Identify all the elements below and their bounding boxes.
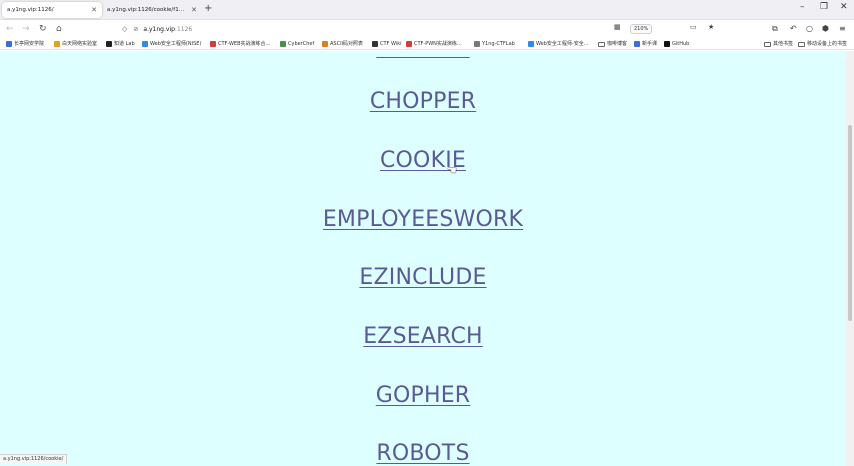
bookmark-favicon-icon xyxy=(406,41,412,47)
close-tab-icon[interactable]: ✕ xyxy=(91,6,97,14)
qr-code-icon[interactable]: ▦ xyxy=(614,23,621,31)
url-port: :1126 xyxy=(174,25,193,33)
navigation-bar: ← → ↻ ⌂ ◇ ⊘ a.y1ng.vip:1126 ▦ 210% ▭ ★ ⧉… xyxy=(0,20,854,38)
link-status-bar: a.y1ng.vip:1126/cookie/ xyxy=(0,454,68,464)
home-icon[interactable]: ⌂ xyxy=(56,23,62,35)
mobile-bookmarks-folder[interactable]: 移动设备上的书签 xyxy=(798,39,847,49)
bookmark-favicon-icon xyxy=(280,41,286,47)
bookmark-item[interactable]: Y1ng-CTFLab xyxy=(474,39,515,49)
folder-icon xyxy=(764,41,771,47)
bookmark-item[interactable]: 新手课 xyxy=(634,39,657,49)
window-close-icon[interactable]: ✕ xyxy=(840,2,848,12)
robots-link[interactable]: ROBOTS xyxy=(376,441,469,466)
bookmark-item[interactable]: Web安全工程师(NISE) xyxy=(142,39,201,49)
new-tab-plus-icon[interactable]: + xyxy=(204,3,212,14)
bookmark-label: CTF-WEB实战演练合… xyxy=(218,41,271,47)
link-item: COOKIE xyxy=(0,148,846,174)
site-info-icon[interactable]: ⊘ xyxy=(133,26,138,33)
maximize-icon[interactable]: ❐ xyxy=(820,2,828,12)
tracking-shield-icon[interactable]: ◇ xyxy=(122,25,127,33)
bookmark-label: CTF Wiki xyxy=(380,41,402,47)
bookmark-label: Y1ng-CTFLab xyxy=(482,41,515,47)
addon-icon[interactable]: ⬢ xyxy=(822,23,829,35)
bookmark-favicon-icon xyxy=(372,41,378,47)
bookmark-label: 咖啡博客 xyxy=(607,41,628,47)
ezsearch-link[interactable]: EZSEARCH xyxy=(363,324,483,349)
link-item: ROBOTS xyxy=(0,441,846,466)
bookmark-item[interactable]: ASCII码对照表 xyxy=(322,39,363,49)
link-item: EZSEARCH xyxy=(0,324,846,350)
page-scrollbar[interactable] xyxy=(846,51,854,466)
challenge-link-partial[interactable]: ​ xyxy=(376,51,469,60)
tab-label: a.y1ng.vip:1126/cookie/f14g.txt xyxy=(107,7,188,13)
bookmark-item[interactable]: CTF-WEB实战演练合… xyxy=(210,39,271,49)
other-bookmarks-folder[interactable]: 其他书签 xyxy=(764,39,793,49)
link-partial-offscreen[interactable]: ​ xyxy=(0,51,846,61)
folder-icon xyxy=(598,41,605,47)
reload-icon[interactable]: ↻ xyxy=(39,23,47,35)
tab-label: a.y1ng.vip:1126/ xyxy=(7,7,54,13)
page-content: ​ CHOPPER COOKIE EMPLOYEESWORK EZINCLUDE… xyxy=(0,51,846,466)
bookmark-label: Web安全工程师(NISE) xyxy=(150,41,202,47)
tab-strip: a.y1ng.vip:1126/ ✕ a.y1ng.vip:1126/cooki… xyxy=(0,0,854,20)
bookmark-item[interactable]: GitHub xyxy=(664,39,689,49)
ezinclude-link[interactable]: EZINCLUDE xyxy=(359,265,486,290)
bookmark-item[interactable]: 知道 Lab xyxy=(106,39,135,49)
extensions-icon[interactable]: ⧉ xyxy=(772,23,778,35)
bookmark-label: 白天网络实验室 xyxy=(62,41,98,47)
link-item: GOPHER xyxy=(0,383,846,409)
gopher-link[interactable]: GOPHER xyxy=(376,383,471,408)
link-item: EMPLOYEESWORK xyxy=(0,207,846,233)
folder-icon xyxy=(798,41,805,47)
bookmarks-bar: 长亭网安学院 白天网络实验室 知道 Lab Web安全工程师(NISE) CTF… xyxy=(0,38,854,50)
bookmark-favicon-icon xyxy=(6,41,12,47)
bookmark-label: 新手课 xyxy=(642,41,658,47)
link-item: EZINCLUDE xyxy=(0,265,846,291)
close-tab-icon[interactable]: ✕ xyxy=(191,6,197,14)
bookmark-label: 知道 Lab xyxy=(114,41,135,47)
url-host: a.y1ng.vip xyxy=(143,25,175,33)
bookmark-label: CTF-PWN实战演练… xyxy=(414,41,462,47)
bookmark-label: 其他书签 xyxy=(773,41,794,47)
account-icon[interactable]: ○ xyxy=(806,23,813,35)
zoom-level-indicator[interactable]: 210% xyxy=(630,24,653,34)
tab-home[interactable]: a.y1ng.vip:1126/ ✕ xyxy=(2,2,102,18)
back-arrow-icon[interactable]: ← xyxy=(6,23,14,35)
bookmark-item[interactable]: CyberChef xyxy=(280,39,314,49)
bookmark-label: Web安全工程师-安全… xyxy=(536,41,589,47)
bookmark-favicon-icon xyxy=(54,41,60,47)
bookmark-favicon-icon xyxy=(106,41,112,47)
bookmark-label: GitHub xyxy=(672,41,690,47)
bookmark-favicon-icon xyxy=(142,41,148,47)
forward-arrow-icon[interactable]: → xyxy=(22,23,30,35)
url-text[interactable]: a.y1ng.vip:1126 xyxy=(143,26,192,33)
github-icon xyxy=(664,41,670,47)
employeeswork-link[interactable]: EMPLOYEESWORK xyxy=(323,207,523,232)
bookmark-favicon-icon xyxy=(474,41,480,47)
minimize-icon[interactable]: – xyxy=(800,2,805,12)
bookmark-item[interactable]: CTF Wiki xyxy=(372,39,402,49)
undo-close-icon[interactable]: ↶ xyxy=(790,23,797,35)
bookmark-item[interactable]: 长亭网安学院 xyxy=(6,39,44,49)
bookmark-label: ASCII码对照表 xyxy=(330,41,364,47)
bookmark-label: 长亭网安学院 xyxy=(14,41,45,47)
bookmark-favicon-icon xyxy=(210,41,216,47)
bookmark-item[interactable]: 白天网络实验室 xyxy=(54,39,97,49)
bookmark-star-icon[interactable]: ★ xyxy=(708,23,714,31)
chopper-link[interactable]: CHOPPER xyxy=(370,89,476,114)
menu-icon[interactable]: ≡ xyxy=(839,23,846,35)
bookmark-item[interactable]: CTF-PWN实战演练… xyxy=(406,39,462,49)
bookmark-label: 移动设备上的书签 xyxy=(807,41,848,47)
bookmark-folder[interactable]: 咖啡博客 xyxy=(598,39,627,49)
bookmark-favicon-icon xyxy=(528,41,534,47)
reader-view-icon[interactable]: ▭ xyxy=(690,23,697,31)
bookmark-item[interactable]: Web安全工程师-安全… xyxy=(528,39,589,49)
bookmark-favicon-icon xyxy=(322,41,328,47)
bookmark-favicon-icon xyxy=(634,41,640,47)
bookmark-label: CyberChef xyxy=(288,41,315,47)
scrollbar-thumb[interactable] xyxy=(848,125,852,321)
link-item: CHOPPER xyxy=(0,89,846,115)
tab-cookie-flag[interactable]: a.y1ng.vip:1126/cookie/f14g.txt ✕ xyxy=(102,2,202,18)
